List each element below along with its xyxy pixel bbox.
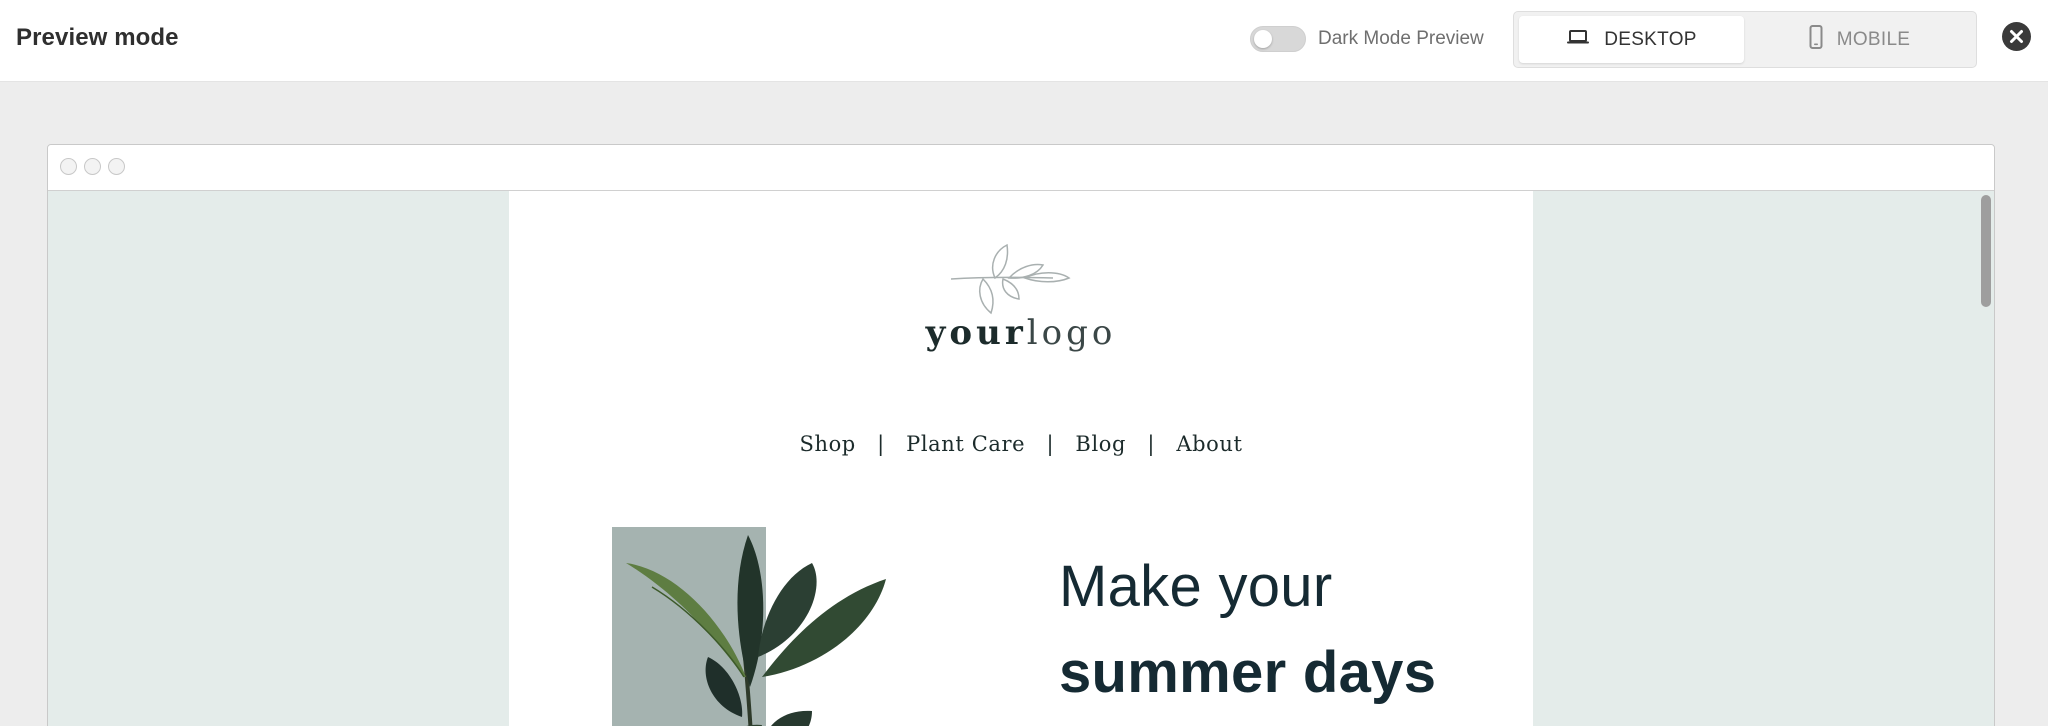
mobile-label: MOBILE — [1836, 28, 1911, 50]
logo-light: logo — [1026, 313, 1117, 353]
leaf-branch-icon — [949, 243, 1073, 322]
nav-separator: | — [1046, 432, 1055, 456]
brand-logo: yourlogo — [509, 313, 1533, 353]
nav-separator: | — [877, 432, 885, 456]
nav-link-about[interactable]: About — [1176, 432, 1242, 456]
browser-frame: yourlogo Shop | Plant Care | Blog | Abou… — [47, 144, 1995, 726]
mobile-icon — [1809, 24, 1823, 55]
email-body: yourlogo Shop | Plant Care | Blog | Abou… — [509, 191, 1533, 726]
logo-bold: your — [925, 313, 1027, 353]
device-switcher: DESKTOP MOBILE — [1513, 11, 1977, 68]
dark-mode-label: Dark Mode Preview — [1318, 28, 1484, 49]
email-nav: Shop | Plant Care | Blog | About — [509, 432, 1533, 456]
window-dot — [108, 158, 125, 175]
hero-heading-line2: summer days — [1059, 640, 1437, 705]
desktop-button[interactable]: DESKTOP — [1519, 16, 1744, 63]
browser-chrome — [48, 145, 1994, 191]
scrollbar-thumb[interactable] — [1981, 195, 1991, 307]
hero-heading-line1: Make your — [1059, 554, 1333, 619]
hero-plant-image — [612, 527, 902, 726]
nav-separator: | — [1147, 432, 1156, 456]
nav-link-blog[interactable]: Blog — [1075, 432, 1126, 456]
mobile-button[interactable]: MOBILE — [1747, 16, 1972, 63]
nav-link-plant-care[interactable]: Plant Care — [906, 432, 1025, 456]
window-dot — [60, 158, 77, 175]
preview-toolbar: Preview mode Dark Mode Preview DESKTOP M… — [0, 0, 2048, 82]
desktop-label: DESKTOP — [1604, 28, 1697, 50]
window-dot — [84, 158, 101, 175]
nav-link-shop[interactable]: Shop — [799, 432, 855, 456]
laptop-icon — [1566, 29, 1590, 51]
page-title: Preview mode — [16, 24, 179, 51]
toggle-knob — [1254, 30, 1272, 48]
dark-mode-toggle[interactable] — [1250, 26, 1306, 52]
close-button[interactable] — [2002, 22, 2031, 51]
